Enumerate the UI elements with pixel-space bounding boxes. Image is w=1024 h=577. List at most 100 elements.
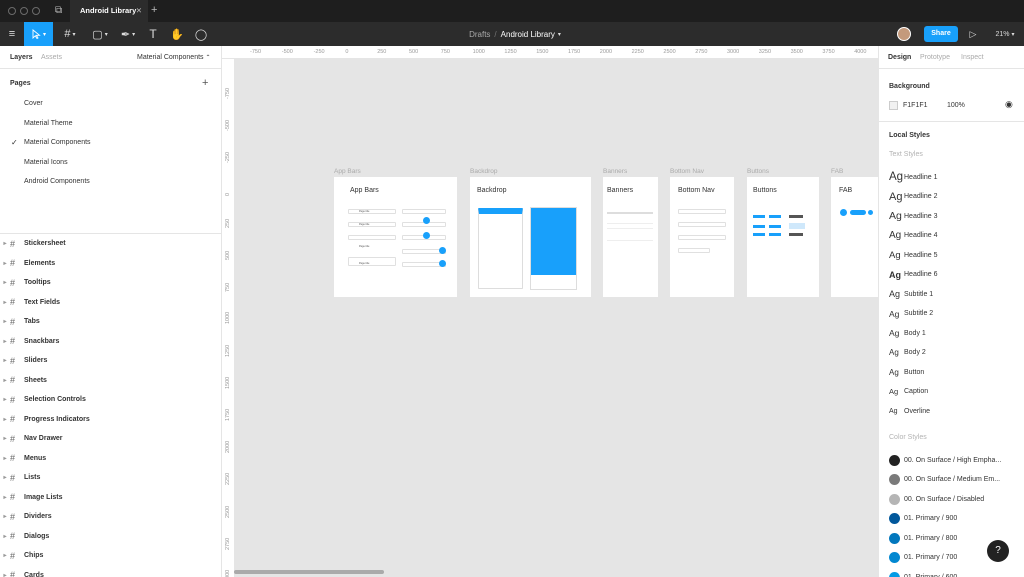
layer-row[interactable]: ▸ # Tooltips <box>0 273 221 292</box>
chevron-down-icon[interactable]: ▾ <box>558 31 561 38</box>
text-style-item[interactable]: Ag Headline 3 <box>889 207 937 225</box>
window-minimize-dot[interactable] <box>20 7 28 15</box>
layer-row[interactable]: ▸ # Nav Drawer <box>0 429 221 448</box>
caret-right-icon[interactable]: ▸ <box>0 494 10 501</box>
layer-row[interactable]: ▸ # Tabs <box>0 312 221 331</box>
caret-right-icon[interactable]: ▸ <box>0 318 10 325</box>
layer-row[interactable]: ▸ # Sliders <box>0 351 221 370</box>
text-style-item[interactable]: Ag Button <box>889 363 924 381</box>
text-tool-icon[interactable]: T <box>145 22 161 46</box>
frame-label[interactable]: App Bars <box>334 168 361 175</box>
tab-layers[interactable]: Layers <box>10 54 33 61</box>
window-close-dot[interactable] <box>8 7 16 15</box>
frame-fab[interactable]: FAB <box>831 177 878 297</box>
color-style-item[interactable]: 00. On Surface / Disabled <box>889 491 984 507</box>
text-style-item[interactable]: Ag Body 1 <box>889 324 926 342</box>
text-style-item[interactable]: Ag Headline 4 <box>889 227 937 245</box>
caret-right-icon[interactable]: ▸ <box>0 513 10 520</box>
frame-label[interactable]: Banners <box>603 168 627 175</box>
tab-assets[interactable]: Assets <box>41 54 62 61</box>
text-style-item[interactable]: Ag Headline 2 <box>889 188 937 206</box>
color-style-item[interactable]: 00. On Surface / High Empha... <box>889 452 1001 468</box>
window-zoom-dot[interactable] <box>32 7 40 15</box>
play-icon[interactable]: ▷ <box>966 22 980 46</box>
layer-row[interactable]: ▸ # Dividers <box>0 507 221 526</box>
comment-tool-icon[interactable]: ◯ <box>192 22 210 46</box>
layer-row[interactable]: ▸ # Selection Controls <box>0 390 221 409</box>
caret-right-icon[interactable]: ▸ <box>0 396 10 403</box>
help-button[interactable]: ? <box>987 540 1009 562</box>
caret-right-icon[interactable]: ▸ <box>0 416 10 423</box>
add-page-button[interactable]: + <box>202 77 208 89</box>
frame-label[interactable]: FAB <box>831 168 843 175</box>
layer-row[interactable]: ▸ # Lists <box>0 468 221 487</box>
layer-row[interactable]: ▸ # Snackbars <box>0 332 221 351</box>
color-style-item[interactable]: 01. Primary / 800 <box>889 530 957 546</box>
frame-bottom-nav[interactable]: Bottom Nav <box>670 177 734 297</box>
layer-row[interactable]: ▸ # Sheets <box>0 371 221 390</box>
tab-design[interactable]: Design <box>888 54 911 61</box>
page-item-selected[interactable]: Material Components <box>24 139 91 146</box>
layer-row[interactable]: ▸ # Chips <box>0 546 221 565</box>
share-button[interactable]: Share <box>924 26 958 42</box>
frame-app-bars[interactable]: App Bars Page title Page title Page titl… <box>334 177 457 297</box>
eye-icon[interactable]: ◉ <box>1005 99 1013 110</box>
move-tool-button[interactable]: ▾ <box>24 22 53 46</box>
color-style-item[interactable]: 01. Primary / 900 <box>889 511 957 527</box>
frame-tool-button[interactable]: # ▾ <box>58 22 82 46</box>
text-style-item[interactable]: Ag Headline 6 <box>889 266 937 284</box>
caret-right-icon[interactable]: ▸ <box>0 435 10 442</box>
color-style-item[interactable]: 01. Primary / 700 <box>889 550 957 566</box>
hand-tool-icon[interactable]: ✋ <box>168 22 186 46</box>
canvas[interactable]: -750 -500 -250 0 250 500 750 1000 1250 1500 1750 20… <box>222 46 878 577</box>
layer-row[interactable]: ▸ # Progress Indicators <box>0 410 221 429</box>
frame-backdrop[interactable]: Backdrop <box>470 177 591 297</box>
layer-row[interactable]: ▸ # Image Lists <box>0 488 221 507</box>
background-swatch[interactable] <box>889 101 898 110</box>
background-opacity[interactable]: 100% <box>947 102 965 109</box>
file-tab[interactable]: Android Library ✕ <box>70 0 148 22</box>
layer-row[interactable]: ▸ # Elements <box>0 254 221 273</box>
page-item[interactable]: Cover <box>24 100 43 107</box>
caret-right-icon[interactable]: ▸ <box>0 260 10 267</box>
text-style-item[interactable]: Ag Caption <box>889 383 928 401</box>
text-style-item[interactable]: Ag Body 2 <box>889 344 926 362</box>
page-select[interactable]: Material Components ⌃ <box>137 54 211 61</box>
caret-right-icon[interactable]: ▸ <box>0 552 10 559</box>
avatar[interactable] <box>897 27 911 41</box>
caret-right-icon[interactable]: ▸ <box>0 338 10 345</box>
page-item[interactable]: Material Icons <box>24 159 68 166</box>
caret-right-icon[interactable]: ▸ <box>0 299 10 306</box>
breadcrumb-parent[interactable]: Drafts <box>469 30 490 39</box>
horizontal-scrollbar[interactable] <box>234 570 384 574</box>
tab-prototype[interactable]: Prototype <box>920 54 950 61</box>
shape-tool-button[interactable]: ▢ ▾ <box>88 22 112 46</box>
tab-inspect[interactable]: Inspect <box>961 54 984 61</box>
main-menu-icon[interactable]: ≡ <box>0 22 24 46</box>
layer-row[interactable]: ▸ # Stickersheet <box>0 234 221 253</box>
frame-label[interactable]: Buttons <box>747 168 769 175</box>
caret-right-icon[interactable]: ▸ <box>0 240 10 247</box>
page-item[interactable]: Material Theme <box>24 120 73 127</box>
text-style-item[interactable]: Ag Overline <box>889 402 930 420</box>
layer-row[interactable]: ▸ # Dialogs <box>0 527 221 546</box>
new-tab-button[interactable]: + <box>151 4 157 16</box>
caret-right-icon[interactable]: ▸ <box>0 572 10 577</box>
file-name[interactable]: Android Library <box>501 30 555 39</box>
zoom-control[interactable]: 21% ▾ <box>990 22 1020 46</box>
color-style-item[interactable]: 01. Primary / 600 <box>889 569 957 577</box>
frame-label[interactable]: Backdrop <box>470 168 497 175</box>
caret-right-icon[interactable]: ▸ <box>0 474 10 481</box>
close-icon[interactable]: ✕ <box>136 0 142 22</box>
layer-row[interactable]: ▸ # Menus <box>0 449 221 468</box>
color-style-item[interactable]: 00. On Surface / Medium Em... <box>889 472 1000 488</box>
background-hex[interactable]: F1F1F1 <box>903 102 928 109</box>
frame-banners[interactable]: Banners <box>603 177 658 297</box>
text-style-item[interactable]: Ag Subtitle 1 <box>889 285 933 303</box>
page-item[interactable]: Android Components <box>24 178 90 185</box>
layer-row[interactable]: ▸ # Text Fields <box>0 293 221 312</box>
frame-label[interactable]: Bottom Nav <box>670 168 704 175</box>
caret-right-icon[interactable]: ▸ <box>0 533 10 540</box>
caret-right-icon[interactable]: ▸ <box>0 455 10 462</box>
layer-row[interactable]: ▸ # Cards <box>0 566 221 577</box>
